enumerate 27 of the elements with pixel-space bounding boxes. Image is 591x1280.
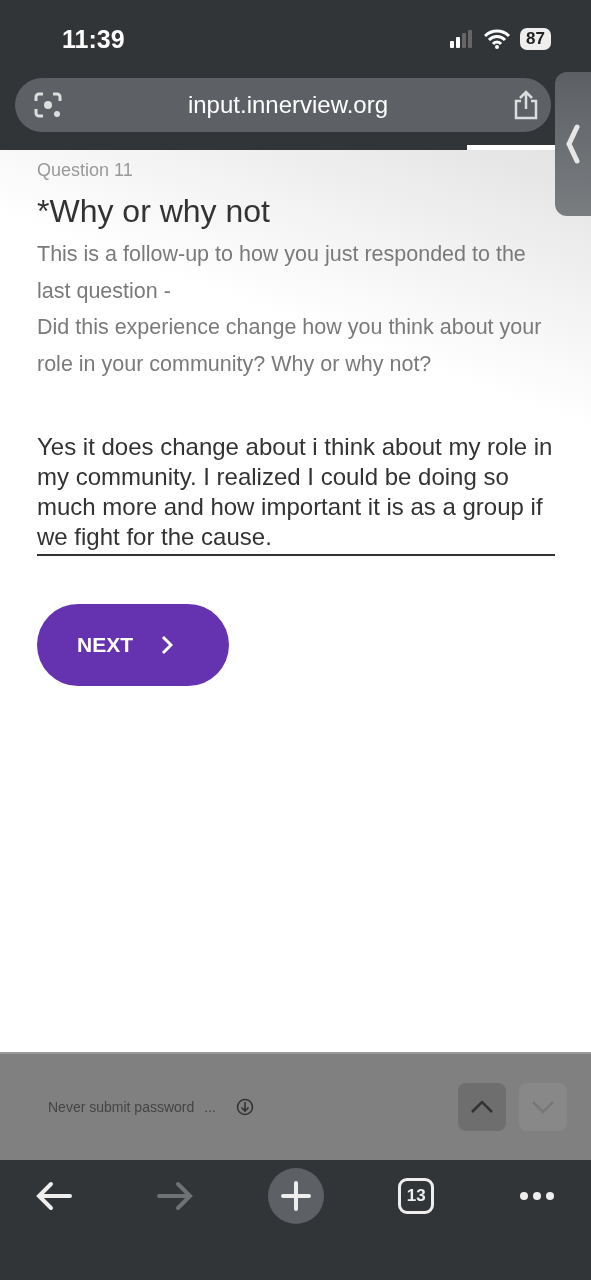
chevron-left-icon — [566, 124, 580, 164]
side-panel-tab[interactable] — [555, 72, 591, 216]
form-hint-text: Never submit password — [48, 1099, 195, 1115]
question-number: Question 11 — [37, 160, 134, 181]
question-title: *Why or why not — [37, 193, 271, 230]
battery-level: 87 — [520, 28, 551, 50]
next-button[interactable]: NEXT — [37, 604, 229, 686]
question-description: This is a follow-up to how you just responded to the last question - — [37, 241, 527, 305]
chevron-right-icon — [161, 635, 173, 655]
status-time: 11:39 — [62, 24, 125, 54]
url-text: input.innerview.org — [186, 91, 390, 119]
back-arrow-icon — [36, 1181, 72, 1211]
chevron-up-icon — [470, 1100, 494, 1114]
signal-icon — [450, 30, 475, 48]
wifi-icon — [484, 29, 511, 49]
more-icon — [519, 1191, 555, 1201]
tabs-button[interactable]: 13 — [388, 1168, 445, 1224]
ellipsis-text: ... — [204, 1099, 216, 1115]
question-description: Did this experience change how you think about your role in your community? Why or why not? — [37, 314, 543, 378]
camera-search-icon[interactable] — [33, 90, 63, 120]
forward-arrow-icon — [156, 1181, 193, 1211]
previous-field-button[interactable] — [458, 1083, 506, 1131]
download-icon[interactable] — [235, 1098, 254, 1116]
address-bar[interactable]: input.innerview.org — [15, 78, 551, 132]
answer-field[interactable]: Yes it does change about i think about my role in my community. I realized I could be doing so much more and how important it is as a group if we fight for the cause. — [37, 432, 555, 556]
plus-icon — [280, 1181, 311, 1211]
share-icon[interactable] — [513, 90, 539, 120]
